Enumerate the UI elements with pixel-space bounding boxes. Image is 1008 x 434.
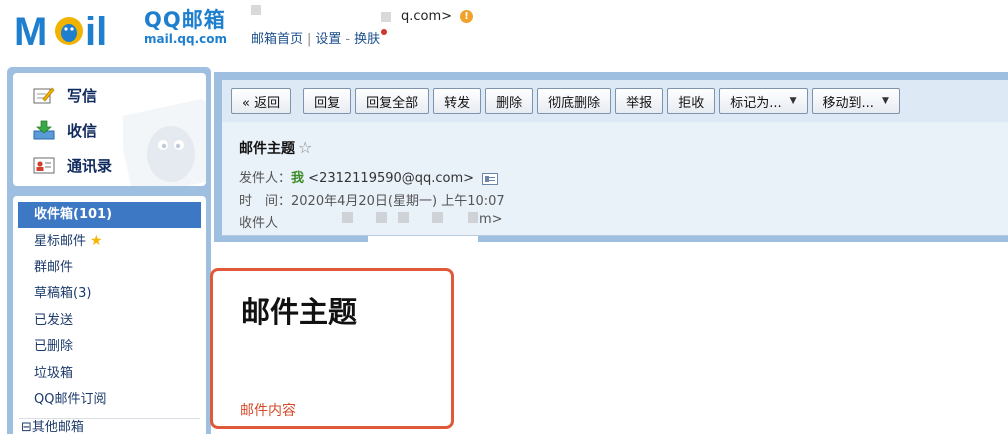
contact-card-icon[interactable] bbox=[482, 172, 499, 185]
mail-subject: 邮件主题 ☆ bbox=[239, 138, 312, 158]
star-icon: ★ bbox=[90, 233, 103, 249]
folder-list: 收件箱(101) 星标邮件 ★ 群邮件 草稿箱(3) 已发送 已删除 垃圾箱 QQ… bbox=[13, 196, 206, 434]
recipient-label: 收件人 bbox=[239, 216, 279, 231]
time-value: 2020年4月20日(星期一) 上午10:07 bbox=[291, 194, 505, 209]
reply-button[interactable]: 回复 bbox=[303, 88, 352, 114]
qq-penguin-watermark-icon bbox=[123, 99, 206, 186]
mail-toolbar: « 返回 回复 回复全部 转发 删除 彻底删除 举报 拒收 标记为... ▼ 移动… bbox=[222, 80, 1008, 122]
logo-url: mail.qq.com bbox=[144, 32, 227, 46]
masked-recipient-part bbox=[376, 212, 387, 223]
mail-body-highlight: 邮件主题 邮件内容 bbox=[210, 268, 454, 429]
move-to-dropdown[interactable]: 移动到... ▼ bbox=[811, 88, 900, 114]
logo-title: QQ邮箱 bbox=[144, 8, 226, 32]
mail-subject-text: 邮件主题 bbox=[239, 141, 295, 157]
receive-action[interactable]: 收信 bbox=[33, 118, 97, 142]
masked-recipient-part bbox=[342, 212, 353, 223]
change-skin-link[interactable]: 换肤 bbox=[354, 32, 380, 47]
sender-row: 发件人：我 <2312119590@qq.com> bbox=[239, 167, 499, 186]
contacts-action[interactable]: 通讯录 bbox=[33, 153, 112, 177]
other-mailboxes-toggle[interactable]: ⊟其他邮箱 bbox=[13, 419, 206, 434]
warning-icon[interactable]: ! bbox=[460, 10, 473, 23]
mailbox-home-link[interactable]: 邮箱首页 bbox=[251, 32, 303, 47]
mail-body-text: 邮件内容 bbox=[240, 403, 296, 419]
reject-button[interactable]: 拒收 bbox=[667, 88, 716, 114]
masked-account-part bbox=[381, 12, 391, 22]
folder-spam[interactable]: 垃圾箱 bbox=[13, 361, 206, 388]
time-row: 时 间：2020年4月20日(星期一) 上午10:07 bbox=[239, 190, 505, 209]
inbox-download-icon bbox=[33, 120, 55, 140]
svg-text:M: M bbox=[14, 10, 47, 48]
mark-as-label: 标记为... bbox=[730, 95, 782, 111]
sender-label: 发件人： bbox=[239, 171, 292, 186]
mark-as-dropdown[interactable]: 标记为... ▼ bbox=[719, 88, 808, 114]
chevron-down-icon: ▼ bbox=[789, 96, 797, 106]
folder-starred[interactable]: 星标邮件 ★ bbox=[13, 228, 206, 255]
folder-starred-label: 星标邮件 bbox=[34, 234, 87, 249]
star-outline-icon[interactable]: ☆ bbox=[298, 138, 312, 157]
compose-icon bbox=[33, 87, 55, 104]
settings-link[interactable]: 设置 bbox=[315, 32, 341, 47]
folder-drafts[interactable]: 草稿箱(3) bbox=[13, 281, 206, 308]
back-button[interactable]: « 返回 bbox=[231, 88, 292, 114]
delete-button[interactable]: 删除 bbox=[485, 88, 534, 114]
masked-recipient-part bbox=[398, 212, 409, 223]
dash: - bbox=[345, 32, 351, 47]
recipient-row: 收件人 bbox=[239, 212, 278, 231]
folder-subscriptions[interactable]: QQ邮件订阅 bbox=[13, 387, 206, 414]
svg-text:il: il bbox=[85, 10, 107, 48]
logo-text: QQ邮箱 mail.qq.com bbox=[144, 8, 227, 46]
sender-address: <2312119590@qq.com> bbox=[308, 171, 475, 186]
delete-permanently-button[interactable]: 彻底删除 bbox=[537, 88, 612, 114]
mail-body-title: 邮件主题 bbox=[241, 295, 358, 329]
top-links: 邮箱首页 | 设置 - 换肤 bbox=[251, 28, 388, 47]
compose-action[interactable]: 写信 bbox=[33, 83, 97, 107]
report-button[interactable]: 举报 bbox=[615, 88, 664, 114]
mail-logo: M il bbox=[14, 10, 107, 48]
account-address: q.com> bbox=[401, 9, 453, 24]
masked-recipient-part bbox=[468, 212, 478, 223]
folder-deleted[interactable]: 已删除 bbox=[13, 334, 206, 361]
masked-account-part bbox=[251, 5, 261, 15]
skin-notice-dot bbox=[381, 29, 388, 35]
time-label: 时 间： bbox=[239, 194, 292, 209]
compose-label: 写信 bbox=[67, 86, 98, 105]
contacts-icon bbox=[33, 157, 55, 174]
sender-name[interactable]: 我 bbox=[291, 171, 304, 186]
forward-button[interactable]: 转发 bbox=[433, 88, 482, 114]
mail-header: 邮件主题 ☆ 发件人：我 <2312119590@qq.com> 时 间：2020… bbox=[222, 122, 1008, 236]
folder-sent[interactable]: 已发送 bbox=[13, 308, 206, 335]
masked-recipient-part bbox=[432, 212, 443, 223]
move-to-label: 移动到... bbox=[822, 95, 874, 111]
header-gap bbox=[368, 236, 478, 244]
recipient-tail: m> bbox=[479, 212, 503, 227]
contacts-label: 通讯录 bbox=[67, 156, 113, 175]
folder-group[interactable]: 群邮件 bbox=[13, 255, 206, 282]
receive-label: 收信 bbox=[67, 121, 98, 140]
chevron-down-icon: ▼ bbox=[881, 96, 889, 106]
folder-inbox[interactable]: 收件箱(101) bbox=[18, 202, 201, 228]
reply-all-button[interactable]: 回复全部 bbox=[355, 88, 430, 114]
quick-actions: 写信 收信 通讯录 bbox=[13, 73, 206, 186]
